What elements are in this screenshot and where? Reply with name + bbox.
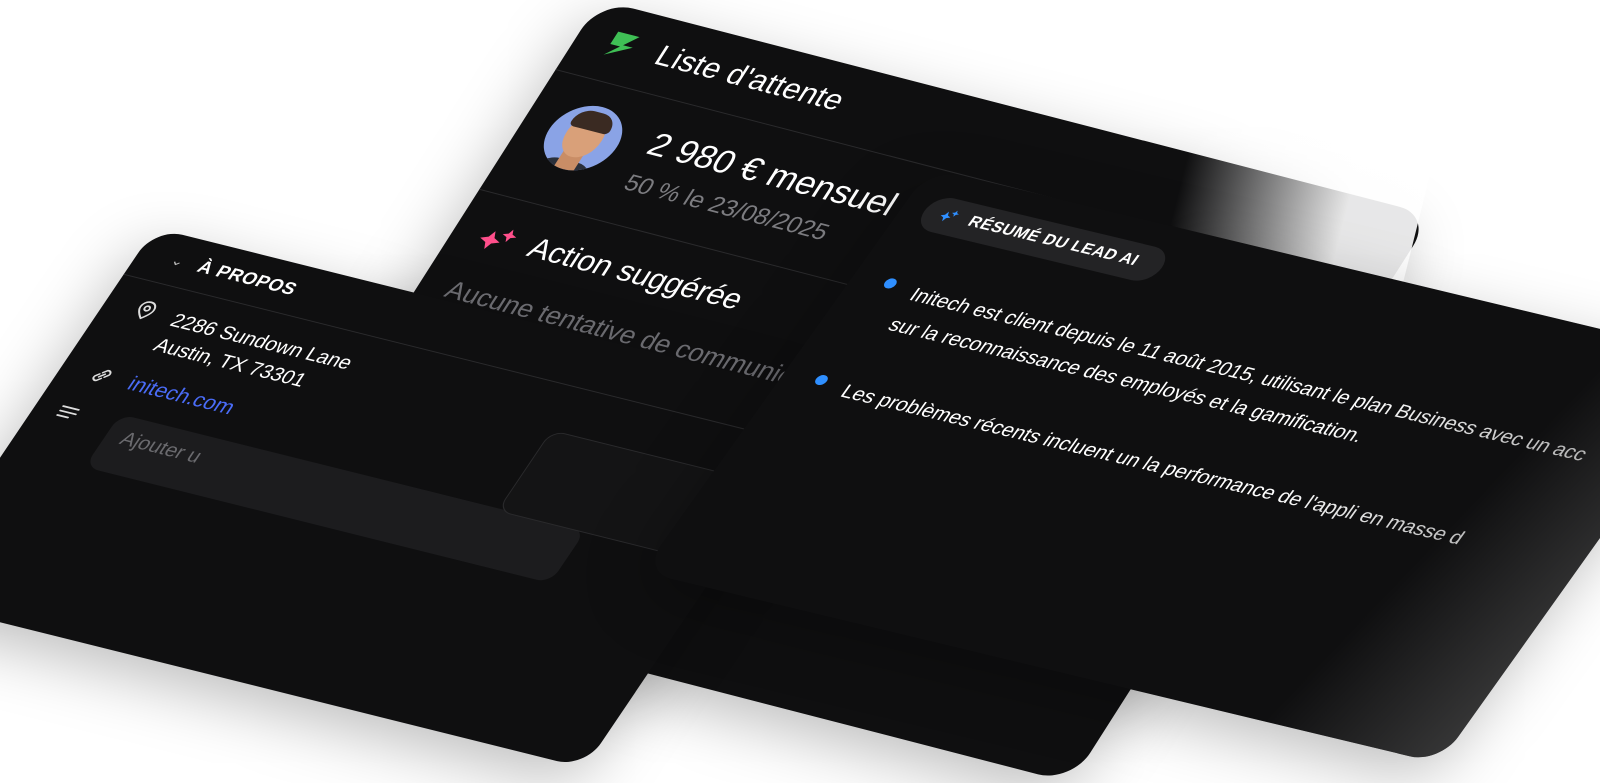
avatar <box>529 98 637 178</box>
location-pin-icon <box>138 301 157 320</box>
chevron-down-icon[interactable]: ⌄ <box>167 252 189 270</box>
ai-sparkle-icon <box>940 210 959 222</box>
sparkle-icon <box>480 229 517 249</box>
badge-label: RÉSUMÉ DU LEAD AI <box>964 213 1143 269</box>
brand-s-icon <box>603 31 640 55</box>
bullet-dot <box>881 277 900 290</box>
about-title: À PROPOS <box>193 256 302 299</box>
bullet-dot <box>812 373 831 387</box>
link-icon <box>92 369 112 382</box>
text-lines-icon <box>56 405 80 419</box>
